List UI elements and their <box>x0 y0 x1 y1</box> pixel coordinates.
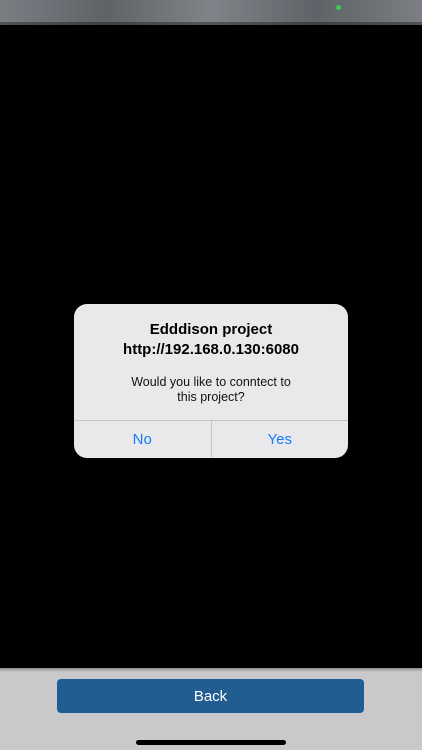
connect-alert-dialog: Edddison project http://192.168.0.130:60… <box>74 304 348 458</box>
alert-message: Would you like to conntect to this proje… <box>131 375 291 404</box>
alert-button-row: No Yes <box>74 420 348 458</box>
camera-indicator-icon <box>336 5 341 10</box>
bottom-toolbar: Back <box>0 668 422 750</box>
status-bar <box>0 0 422 25</box>
yes-button[interactable]: Yes <box>210 421 349 458</box>
back-button[interactable]: Back <box>57 679 364 713</box>
alert-title: Edddison project http://192.168.0.130:60… <box>123 321 299 358</box>
no-button[interactable]: No <box>74 421 211 458</box>
home-indicator[interactable] <box>136 740 286 745</box>
